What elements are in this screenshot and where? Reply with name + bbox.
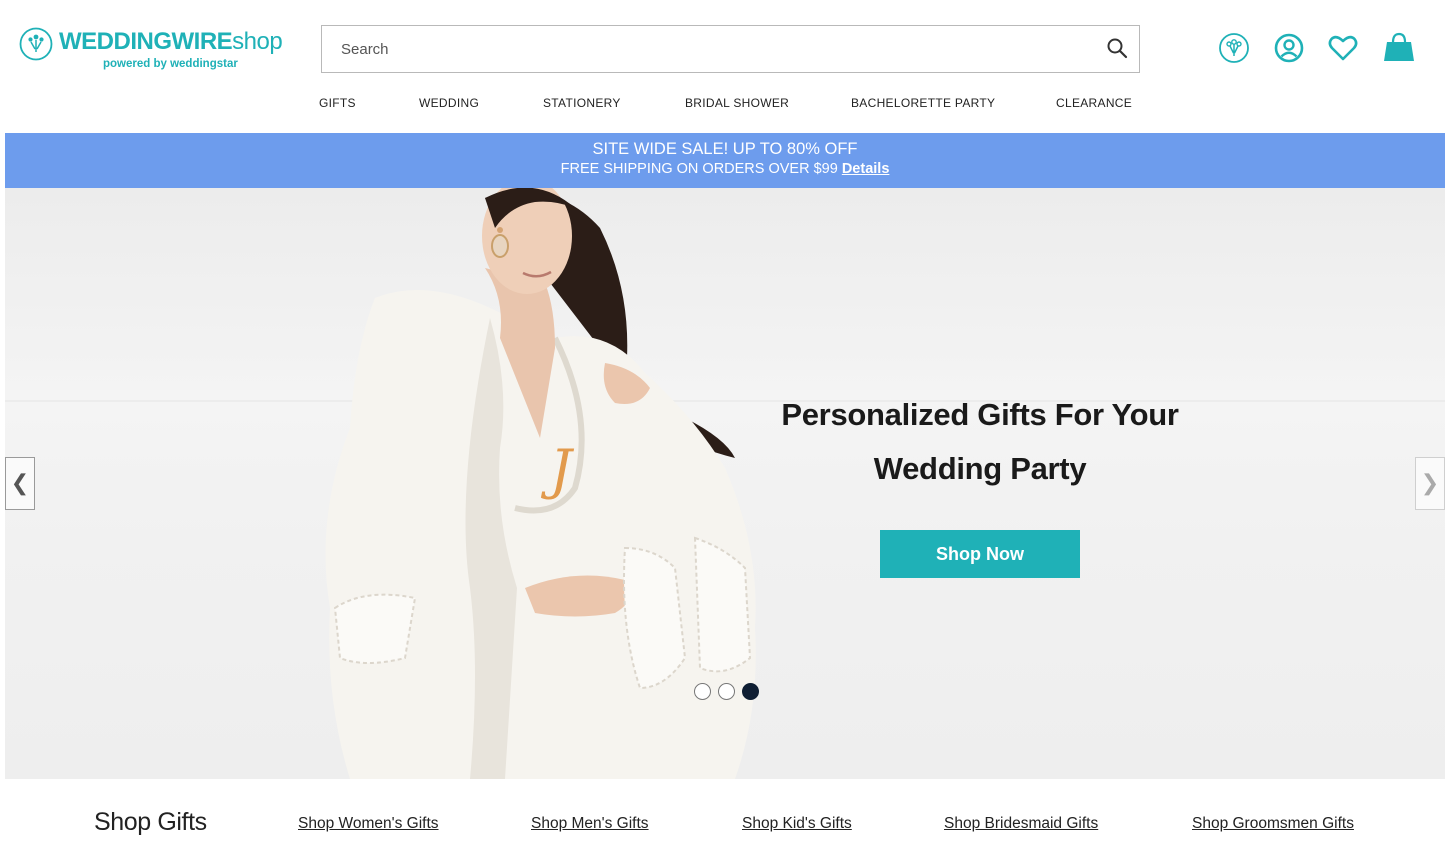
shop-kids-gifts-link[interactable]: Shop Kid's Gifts bbox=[742, 815, 852, 833]
bouquet-icon[interactable] bbox=[1218, 32, 1250, 64]
search-input[interactable] bbox=[322, 26, 1092, 72]
search-bar bbox=[321, 25, 1140, 73]
logo-wordmark: WEDDINGWIREshop bbox=[59, 28, 283, 56]
hero-carousel: J Personalized Gifts For Your Wedding Pa… bbox=[5, 188, 1445, 779]
hero-headline: Personalized Gifts For Your Wedding Part… bbox=[745, 388, 1215, 496]
promo-banner: SITE WIDE SALE! UP TO 80% OFF FREE SHIPP… bbox=[5, 133, 1445, 188]
site-logo[interactable]: WEDDINGWIREshop powered by weddingstar bbox=[19, 26, 309, 76]
promo-shipping-row: FREE SHIPPING ON ORDERS OVER $99 Details bbox=[5, 161, 1445, 177]
nav-item-gifts[interactable]: GIFTS bbox=[319, 96, 356, 110]
bouquet-logo-icon bbox=[19, 27, 53, 61]
chevron-right-icon: ❯ bbox=[1420, 470, 1440, 495]
main-nav: GIFTS WEDDING STATIONERY BRIDAL SHOWER B… bbox=[0, 96, 1453, 118]
logo-tagline: powered by weddingstar bbox=[103, 58, 238, 70]
logo-brand-light: shop bbox=[232, 28, 283, 55]
promo-shipping-text: FREE SHIPPING ON ORDERS OVER $99 bbox=[560, 161, 838, 177]
shop-gifts-title: Shop Gifts bbox=[94, 808, 207, 836]
carousel-dot-1[interactable] bbox=[694, 683, 711, 700]
carousel-next-button[interactable]: ❯ bbox=[1415, 457, 1445, 510]
search-button[interactable] bbox=[1105, 37, 1129, 61]
promo-details-link[interactable]: Details bbox=[842, 161, 890, 177]
shop-gifts-section: Shop Gifts Shop Women's Gifts Shop Men's… bbox=[0, 780, 1453, 853]
promo-sale-text: SITE WIDE SALE! UP TO 80% OFF bbox=[592, 140, 858, 158]
nav-item-stationery[interactable]: STATIONERY bbox=[543, 96, 621, 110]
nav-item-clearance[interactable]: CLEARANCE bbox=[1056, 96, 1132, 110]
carousel-prev-button[interactable]: ❮ bbox=[5, 457, 35, 510]
carousel-dot-2[interactable] bbox=[718, 683, 735, 700]
nav-item-bridal-shower[interactable]: BRIDAL SHOWER bbox=[685, 96, 789, 110]
shop-womens-gifts-link[interactable]: Shop Women's Gifts bbox=[298, 815, 439, 833]
shop-mens-gifts-link[interactable]: Shop Men's Gifts bbox=[531, 815, 649, 833]
shop-bridesmaid-gifts-link[interactable]: Shop Bridesmaid Gifts bbox=[944, 815, 1098, 833]
account-icon[interactable] bbox=[1273, 32, 1305, 64]
heart-icon[interactable] bbox=[1327, 32, 1359, 64]
hero-headline-line2: Wedding Party bbox=[873, 451, 1087, 486]
hero-headline-line1: Personalized Gifts For Your bbox=[781, 397, 1179, 432]
carousel-dot-3[interactable] bbox=[742, 683, 759, 700]
shopping-bag-icon[interactable] bbox=[1383, 32, 1415, 64]
search-icon bbox=[1107, 38, 1128, 59]
nav-item-bachelorette-party[interactable]: BACHELORETTE PARTY bbox=[851, 96, 995, 110]
logo-brand-bold: WEDDINGWIRE bbox=[59, 28, 233, 55]
shop-now-button[interactable]: Shop Now bbox=[880, 530, 1080, 578]
shop-groomsmen-gifts-link[interactable]: Shop Groomsmen Gifts bbox=[1192, 815, 1354, 833]
site-header: WEDDINGWIREshop powered by weddingstar G… bbox=[0, 0, 1453, 133]
chevron-left-icon: ❮ bbox=[10, 470, 30, 495]
nav-item-wedding[interactable]: WEDDING bbox=[419, 96, 479, 110]
